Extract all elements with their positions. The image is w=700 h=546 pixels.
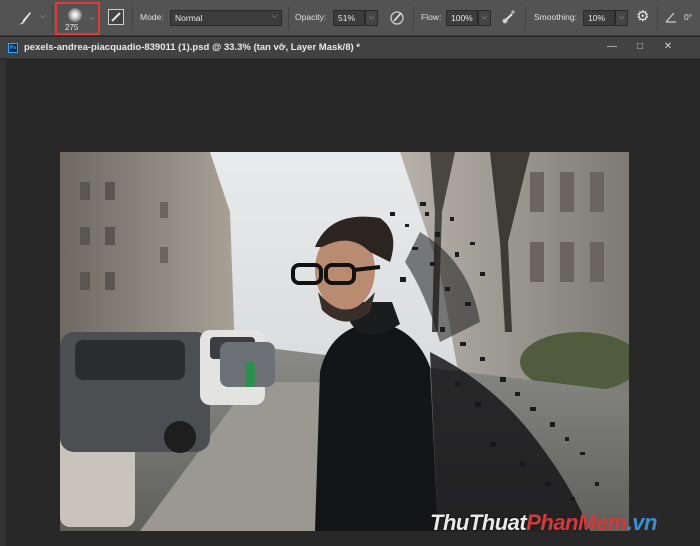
- separator: [288, 6, 289, 30]
- smoothing-dropdown-button[interactable]: ⌵: [615, 10, 628, 26]
- brush-preset-picker[interactable]: 275 ⌵: [55, 2, 100, 35]
- brush-preset-chevron-icon: ⌵: [89, 15, 95, 22]
- photoshop-doc-icon: Ps: [8, 43, 18, 53]
- watermark-part-3: .vn: [626, 510, 658, 535]
- opacity-value: 51%: [338, 13, 356, 23]
- separator: [525, 6, 526, 30]
- document-title[interactable]: pexels-andrea-piacquadio-839011 (1).psd …: [24, 42, 360, 53]
- options-bar: ⌵ 275 ⌵ Mode: Normal ⌵ Opacity: 51% ⌵ Fl…: [0, 0, 700, 36]
- mode-select[interactable]: Normal ⌵: [170, 10, 282, 26]
- mode-label: Mode:: [140, 12, 164, 22]
- mode-select-value: Normal: [175, 13, 203, 23]
- canvas-image[interactable]: [60, 152, 629, 531]
- separator: [657, 6, 658, 30]
- smoothing-label: Smoothing:: [534, 12, 577, 22]
- brush-tool-icon[interactable]: [16, 9, 34, 27]
- minimize-icon[interactable]: —: [604, 40, 620, 54]
- flow-input[interactable]: 100%: [446, 10, 478, 26]
- separator: [132, 6, 133, 30]
- angle-icon: [664, 10, 678, 24]
- brush-preset-icon: [68, 8, 82, 22]
- smoothing-value: 10%: [588, 13, 606, 23]
- airbrush-icon[interactable]: [500, 9, 518, 27]
- chevron-down-icon: ⌵: [271, 13, 277, 20]
- close-icon[interactable]: ✕: [660, 40, 676, 54]
- separator: [52, 6, 53, 30]
- angle-value[interactable]: 0°: [684, 12, 692, 22]
- tool-preset-chevron-icon[interactable]: ⌵: [40, 13, 45, 21]
- separator: [413, 6, 414, 30]
- document-tab-bar: Ps pexels-andrea-piacquadio-839011 (1).p…: [0, 37, 700, 59]
- brush-size-label: 275: [65, 23, 79, 32]
- smoothing-input[interactable]: 10%: [583, 10, 615, 26]
- watermark-part-1: ThuThuat: [430, 510, 527, 535]
- flow-label: Flow:: [421, 12, 442, 22]
- brush-settings-panel-icon[interactable]: [108, 9, 124, 25]
- pressure-opacity-icon[interactable]: [388, 9, 406, 27]
- opacity-input[interactable]: 51%: [333, 10, 365, 26]
- watermark-part-2: PhanMem: [526, 510, 627, 535]
- site-watermark: ThuThuatPhanMem.vn: [430, 510, 657, 536]
- smoothing-settings-gear-icon[interactable]: ⚙: [636, 9, 652, 25]
- flow-dropdown-button[interactable]: ⌵: [478, 10, 491, 26]
- flow-value: 100%: [451, 13, 473, 23]
- opacity-label: Opacity:: [295, 12, 327, 22]
- maximize-icon[interactable]: □: [632, 40, 648, 54]
- opacity-dropdown-button[interactable]: ⌵: [365, 10, 378, 26]
